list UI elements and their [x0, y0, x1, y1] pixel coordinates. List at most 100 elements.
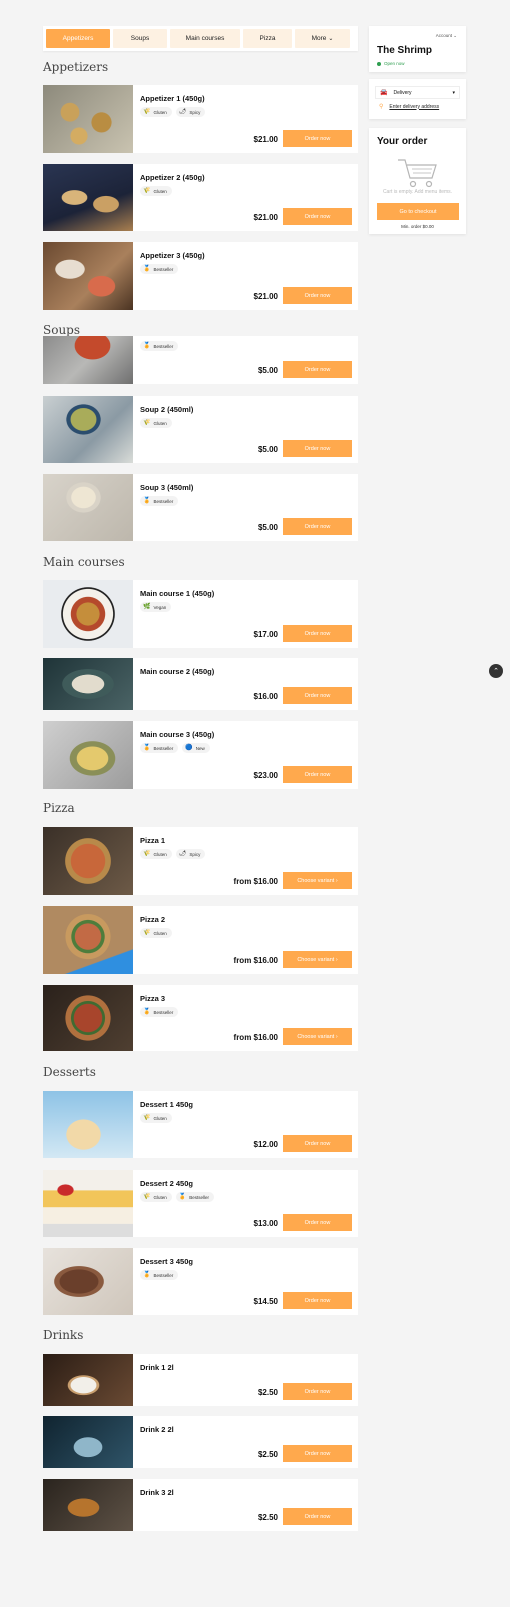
category-nav: Appetizers Soups Main courses Pizza More…: [43, 26, 358, 51]
tag-label: Bestseller: [189, 1194, 209, 1200]
tag-bestseller: 🏅 Bestseller: [140, 1270, 179, 1280]
item-price: $23.00: [253, 771, 278, 780]
order-now-button[interactable]: Order now: [283, 1214, 352, 1231]
open-status: Open now: [377, 61, 405, 66]
medal-icon: 🏅: [143, 266, 151, 272]
order-now-button[interactable]: Order now: [283, 625, 352, 642]
drink-photo: [43, 1354, 133, 1406]
order-now-button[interactable]: Order now: [283, 1292, 352, 1309]
tab-main-courses[interactable]: Main courses: [170, 29, 240, 48]
medal-icon: 🏅: [143, 745, 151, 751]
food-photo: [43, 658, 133, 710]
enter-address-link[interactable]: Enter delivery address: [389, 104, 439, 110]
item-title: Drink 2 2l: [140, 1425, 174, 1434]
tag-bestseller: 🏅 Bestseller: [140, 1007, 179, 1017]
item-title: Pizza 1: [140, 836, 166, 845]
tag-label: Gluten: [153, 1194, 167, 1200]
open-status-label: Open now: [384, 61, 405, 66]
menu-item-card: Soup 2 (450ml) 🌾 Gluten $5.00 Order now: [43, 396, 358, 463]
tag-gluten: 🌾 Gluten: [140, 418, 172, 428]
order-now-button[interactable]: Order now: [283, 1508, 352, 1525]
menu-item-card: Drink 3 2l $2.50 Order now: [43, 1479, 358, 1531]
wheat-icon: 🌾: [143, 851, 151, 857]
tag-gluten: 🌾 Gluten: [140, 1192, 172, 1202]
tab-pizza[interactable]: Pizza: [243, 29, 292, 48]
food-photo: [43, 396, 133, 463]
item-title: Main course 2 (450g): [140, 667, 215, 676]
menu-item-card: Drink 2 2l $2.50 Order now: [43, 1416, 358, 1468]
shopping-cart-icon: [398, 159, 437, 188]
choose-variant-button[interactable]: Choose variant ›: [283, 951, 352, 968]
item-price: $5.00: [257, 523, 278, 532]
item-title: Drink 3 2l: [140, 1488, 174, 1497]
order-now-button[interactable]: Order now: [283, 518, 352, 535]
tab-more-label: More: [311, 35, 327, 42]
tag-spicy: 🌶 Spicy: [175, 107, 206, 117]
drink-photo: [43, 1416, 133, 1468]
scroll-up-button[interactable]: ⌃: [489, 664, 503, 678]
order-now-button[interactable]: Order now: [283, 361, 352, 378]
food-photo: [43, 85, 133, 153]
food-photo: [43, 721, 133, 789]
food-photo: [43, 1248, 133, 1315]
tab-more[interactable]: More ⌄: [295, 29, 350, 48]
account-menu[interactable]: Account ⌄: [436, 33, 457, 39]
tag-bestseller: 🏅 Bestseller: [140, 496, 179, 506]
menu-item-card: Dessert 2 450g 🌾 Gluten 🏅 Bestseller $13.00…: [43, 1170, 358, 1237]
caret-down-icon: ▾: [452, 89, 455, 96]
item-price: $21.00: [253, 135, 278, 144]
tag-bestseller: 🏅 Bestseller: [140, 743, 179, 753]
restaurant-panel: Account ⌄ The Shrimp Open now: [369, 26, 466, 72]
tag-label: Bestseller: [153, 343, 174, 349]
section-title-pizza: Pizza: [43, 801, 75, 815]
order-now-button[interactable]: Order now: [283, 130, 352, 147]
food-photo: [43, 827, 133, 895]
item-title: Soup 3 (450ml): [140, 483, 194, 492]
item-price: $16.00: [253, 692, 278, 701]
delivery-select[interactable]: 🚘 Delivery ▾: [375, 86, 460, 99]
order-now-button[interactable]: Order now: [283, 208, 352, 225]
medal-icon: 🏅: [178, 1194, 187, 1200]
restaurant-name: The Shrimp: [377, 45, 433, 56]
item-price: $21.00: [253, 213, 278, 222]
item-price: from $16.00: [233, 956, 278, 965]
food-photo: [43, 906, 133, 974]
food-photo: [43, 474, 133, 541]
order-now-button[interactable]: Order now: [283, 1135, 352, 1152]
delivery-option-label: Delivery: [393, 89, 412, 96]
item-price: from $16.00: [233, 877, 278, 886]
choose-variant-button[interactable]: Choose variant ›: [283, 1028, 352, 1045]
item-title: Dessert 1 450g: [140, 1100, 193, 1109]
status-dot-icon: [377, 61, 381, 66]
medal-icon: 🏅: [143, 343, 151, 349]
tag-label: Bestseller: [153, 745, 174, 751]
order-now-button[interactable]: Order now: [283, 287, 352, 304]
tab-soups[interactable]: Soups: [113, 29, 167, 48]
new-icon: 🔵: [185, 745, 193, 751]
order-now-button[interactable]: Order now: [283, 766, 352, 783]
item-price: $17.00: [253, 630, 278, 639]
order-now-button[interactable]: Order now: [283, 440, 352, 457]
section-title-desserts: Desserts: [43, 1065, 96, 1079]
choose-variant-button[interactable]: Choose variant ›: [283, 872, 352, 889]
tab-appetizers[interactable]: Appetizers: [46, 29, 110, 48]
order-now-button[interactable]: Order now: [283, 1383, 352, 1400]
tag-spicy: 🌶 Spicy: [175, 849, 206, 859]
order-now-button[interactable]: Order now: [283, 1445, 352, 1462]
item-title: Main course 1 (450g): [140, 589, 215, 598]
tag-label: New: [195, 745, 205, 751]
chevron-up-icon: ⌃: [493, 668, 499, 675]
address-row: ⚲ Enter delivery address: [379, 103, 439, 111]
menu-item-card: 🏅 Bestseller $5.00 Order now: [43, 336, 358, 384]
order-title: Your order: [377, 136, 428, 147]
menu-item-card: Main course 2 (450g) $16.00 Order now: [43, 658, 358, 710]
item-price: from $16.00: [233, 1033, 278, 1042]
checkout-button[interactable]: Go to checkout: [377, 203, 459, 220]
tag-label: Spicy: [189, 109, 201, 115]
order-now-button[interactable]: Order now: [283, 687, 352, 704]
wheat-icon: 🌾: [143, 1194, 151, 1200]
food-photo: [43, 1170, 133, 1237]
item-price: $5.00: [257, 366, 278, 375]
car-icon: 🚘: [380, 90, 388, 96]
section-title-main-courses: Main courses: [43, 555, 125, 569]
